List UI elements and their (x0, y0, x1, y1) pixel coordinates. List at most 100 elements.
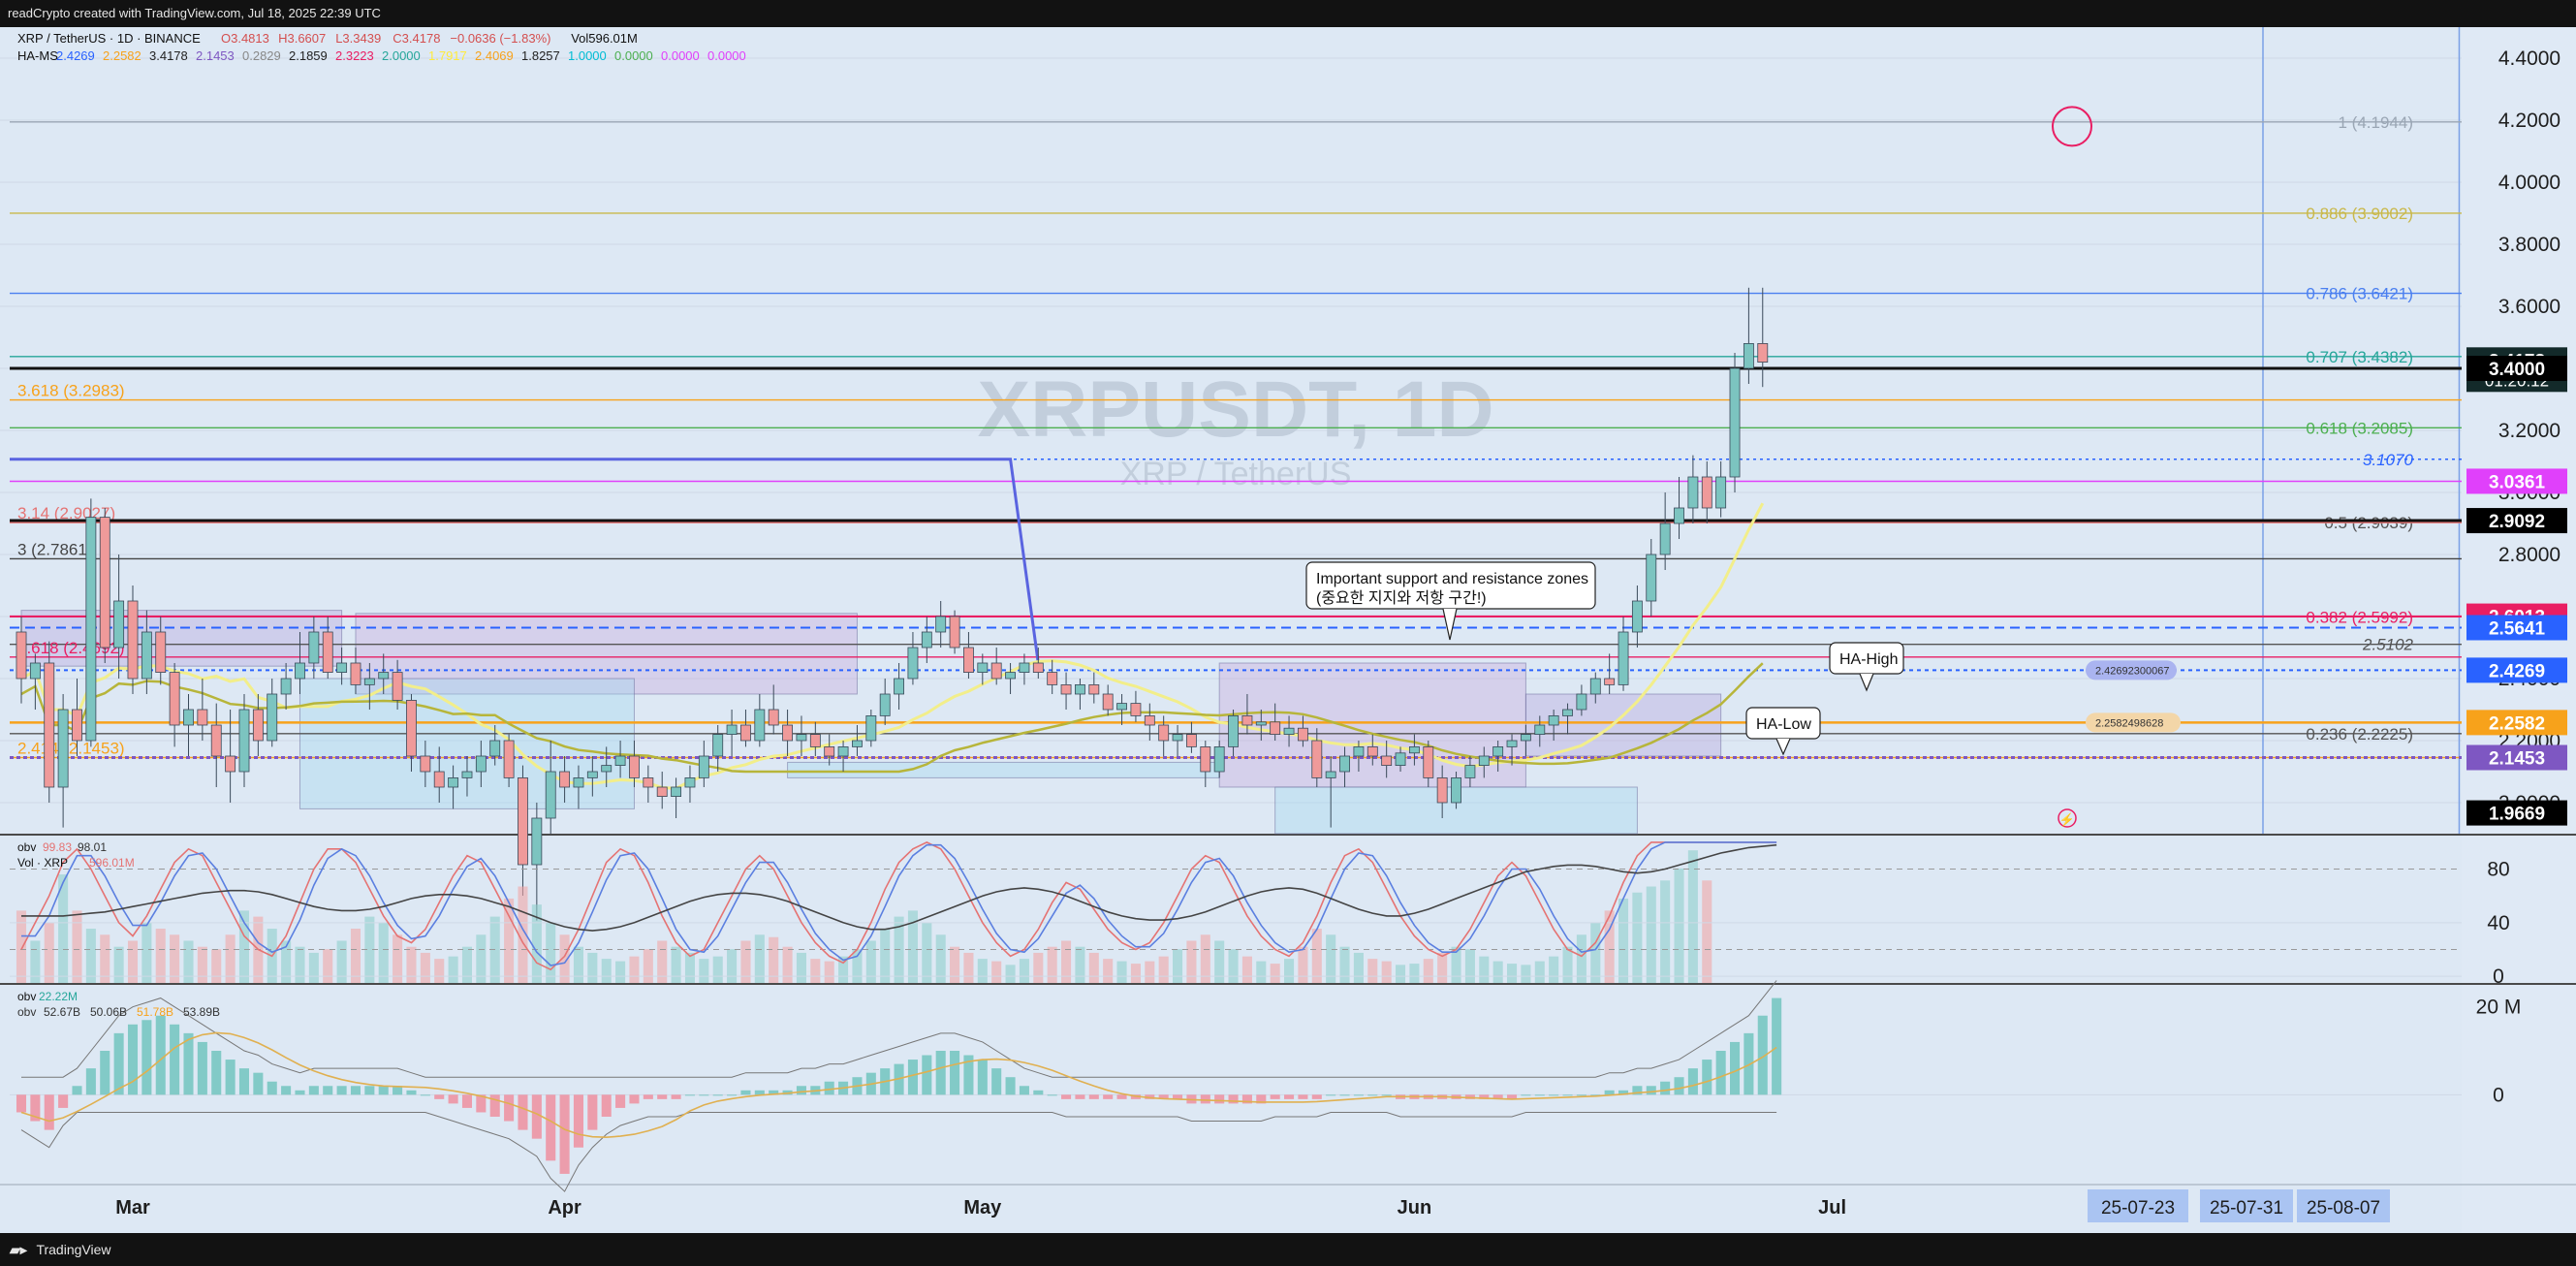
future-date-label: 25-08-07 (2307, 1198, 2380, 1219)
candle-body (531, 817, 543, 866)
candle-body (712, 734, 724, 757)
candle-body (1005, 672, 1016, 680)
candle-body (1283, 727, 1295, 736)
obv-histogram-bar (991, 1068, 1002, 1095)
legend-hams-value: 1.7917 (428, 48, 467, 63)
candle-body (1743, 342, 1754, 369)
candle-body (99, 517, 110, 649)
volume-bar (1270, 964, 1280, 983)
candle-body (879, 693, 891, 716)
obv-legend2-item: 53.89B (183, 1005, 220, 1019)
volume-bar (1702, 880, 1712, 983)
stoch-tick-label: 40 (2487, 912, 2509, 934)
obv-histogram-bar (1576, 1094, 1586, 1096)
volume-bar (1632, 892, 1643, 983)
volume-bar (1326, 934, 1336, 983)
volume-bar (1158, 956, 1169, 983)
price-badge-text: 2.1453 (2489, 749, 2545, 770)
obv-histogram-bar (197, 1041, 207, 1095)
obv-histogram-bar (754, 1090, 765, 1095)
volume-bar (1396, 965, 1406, 983)
obv-histogram-bar (1744, 1032, 1754, 1095)
obv-histogram-bar (1353, 1094, 1364, 1096)
candle-body (629, 755, 640, 778)
sr-zone-callout-text: (중요한 지지와 저항 구간!) (1316, 589, 1487, 607)
volume-bar (1256, 961, 1267, 983)
candle-body (1102, 693, 1114, 711)
ha-high-callout-text: HA-High (1839, 651, 1898, 668)
price-badge-text: 1.9669 (2489, 805, 2545, 825)
candle-body (127, 600, 139, 680)
obv-histogram-bar (587, 1094, 598, 1130)
candle-body (1674, 507, 1684, 524)
legend-hams-value: 2.1859 (289, 48, 328, 63)
obv-histogram-bar (1298, 1094, 1308, 1099)
obv-histogram-bar (1702, 1060, 1712, 1095)
sr-zone-box (787, 761, 1220, 778)
candle-body (1659, 522, 1671, 555)
candle-body (113, 600, 125, 649)
stoch-legend-v1: 99.83 (43, 840, 72, 854)
fib-level-label: 3 (2.7861) (17, 540, 93, 558)
price-badge-text: 2.2582 (2489, 713, 2545, 734)
volume-bar (782, 946, 793, 983)
obv-histogram-bar (225, 1060, 236, 1095)
candle-body (169, 672, 180, 726)
candle-body (518, 777, 528, 866)
volume-bar (1103, 959, 1114, 983)
chart[interactable]: 4.4000 4.2000 4.0000 3.8000 3.6000 3.4000 3.20… (0, 0, 2576, 1266)
candle-body (448, 777, 459, 788)
obv-histogram-bar (922, 1055, 932, 1095)
volume-bar (378, 922, 389, 983)
stoch-tick-label: 0 (2493, 965, 2504, 988)
obv-histogram-bar (518, 1094, 528, 1130)
volume-bar (100, 934, 110, 983)
candle-body (754, 709, 766, 742)
obv-histogram-bar (1075, 1094, 1085, 1099)
obv-histogram-bar (1339, 1094, 1350, 1096)
volume-bar (963, 952, 974, 983)
candle-body (1144, 715, 1155, 726)
candle-body (1255, 721, 1267, 726)
date-tick-label: Jul (1818, 1197, 1846, 1219)
volume-bar (1284, 959, 1295, 983)
obv-histogram-bar (1033, 1090, 1044, 1095)
candle-body (1715, 476, 1727, 509)
candle-body (1589, 678, 1601, 695)
obv-tick-label: 0 (2493, 1084, 2504, 1106)
volume-bar (113, 946, 124, 983)
fib-level-label: 0.786 (3.6421) (2306, 285, 2413, 303)
candle-body (1423, 746, 1434, 778)
volume-bar (1381, 961, 1392, 983)
vol-legend-name: Vol · XRP (17, 856, 68, 870)
obv-histogram-bar (1088, 1094, 1099, 1099)
volume-bar (615, 961, 626, 983)
candle-body (1464, 765, 1476, 778)
volume-bar (1590, 922, 1601, 983)
candle-body (1019, 662, 1030, 674)
legend-ohlc-0: O3.4813 (221, 31, 269, 46)
volume-bar (977, 959, 988, 983)
volume-bar (1298, 946, 1308, 983)
volume-bar (643, 949, 653, 983)
candle-body (1270, 721, 1281, 735)
obv-histogram-bar (406, 1090, 417, 1095)
volume-bar (1464, 949, 1475, 983)
date-tick-label: Mar (115, 1197, 150, 1219)
future-date-label: 25-07-23 (2101, 1198, 2175, 1219)
legend-hams-value: 2.2582 (103, 48, 141, 63)
obv-histogram-bar (601, 1094, 612, 1117)
obv-tick-label: 20 M (2476, 997, 2522, 1019)
obv-histogram-bar (950, 1051, 960, 1095)
obv-histogram-bar (684, 1094, 695, 1096)
legend-hams-value: 2.3223 (335, 48, 374, 63)
volume-bar (1116, 961, 1127, 983)
volume-bar (393, 934, 403, 983)
volume-bar (922, 922, 932, 983)
obv-histogram-bar (615, 1094, 626, 1108)
candle-body (1701, 476, 1712, 509)
candle-body (586, 771, 598, 778)
candle-body (935, 616, 947, 633)
volume-bar (1005, 965, 1016, 983)
obv-histogram-bar (350, 1086, 361, 1095)
